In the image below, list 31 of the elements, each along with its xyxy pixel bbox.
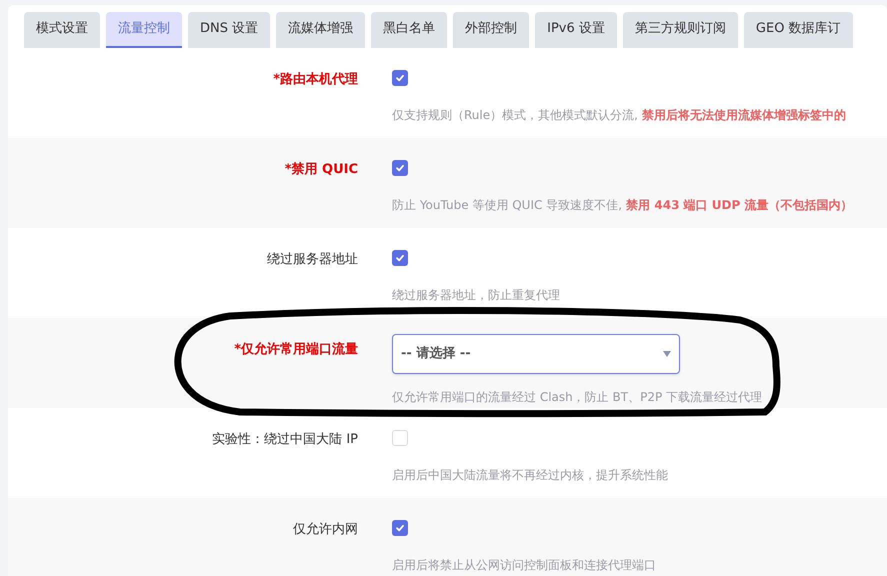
setting-label: 实验性：绕过中国大陆 IP xyxy=(212,431,358,449)
setting-label: *禁用 QUIC xyxy=(284,161,358,179)
setting-label: 仅允许内网 xyxy=(293,521,358,539)
tab[interactable]: DNS 设置 xyxy=(188,12,270,48)
setting-description: 仅支持规则（Rule）模式，其他模式默认分流, 禁用后将无法使用流媒体增强标签中的 xyxy=(392,107,846,124)
setting-description: 防止 YouTube 等使用 QUIC 导致速度不佳, 禁用 443 端口 UDP 流量（不包括国内） xyxy=(392,197,852,214)
setting-label: *仅允许常用端口流量 xyxy=(234,340,358,359)
tab[interactable]: 第三方规则订阅 xyxy=(622,12,738,48)
tab[interactable]: 流媒体增强 xyxy=(276,12,366,48)
setting-description: 启用后将禁止从公网访问控制面板和连接代理端口 xyxy=(392,557,656,574)
checkmark-icon xyxy=(395,73,405,83)
tab[interactable]: IPv6 设置 xyxy=(535,12,617,48)
setting-description: 绕过服务器地址，防止重复代理 xyxy=(392,287,560,304)
checkbox[interactable] xyxy=(392,520,408,536)
select-dropdown[interactable]: -- 请选择 -- xyxy=(392,334,680,374)
checkmark-icon xyxy=(395,253,405,263)
checkmark-icon xyxy=(395,523,405,533)
tab[interactable]: 外部控制 xyxy=(453,12,530,48)
setting-description: 启用后中国大陆流量将不再经过内核，提升系统性能 xyxy=(392,467,668,484)
caret-icon xyxy=(663,351,671,357)
checkbox[interactable] xyxy=(392,160,408,176)
tab[interactable]: GEO 数据库订 xyxy=(744,12,853,48)
tab[interactable]: 黑白名单 xyxy=(371,12,448,48)
setting-label: *路由本机代理 xyxy=(273,71,358,89)
setting-label: 绕过服务器地址 xyxy=(267,251,358,269)
checkbox[interactable] xyxy=(392,70,408,86)
checkbox[interactable] xyxy=(392,430,408,446)
checkmark-icon xyxy=(395,163,405,173)
checkbox[interactable] xyxy=(392,250,408,266)
tab[interactable]: 模式设置 xyxy=(24,12,100,48)
setting-description: 仅允许常用端口的流量经过 Clash，防止 BT、P2P 下载流量经过代理 xyxy=(392,389,762,406)
